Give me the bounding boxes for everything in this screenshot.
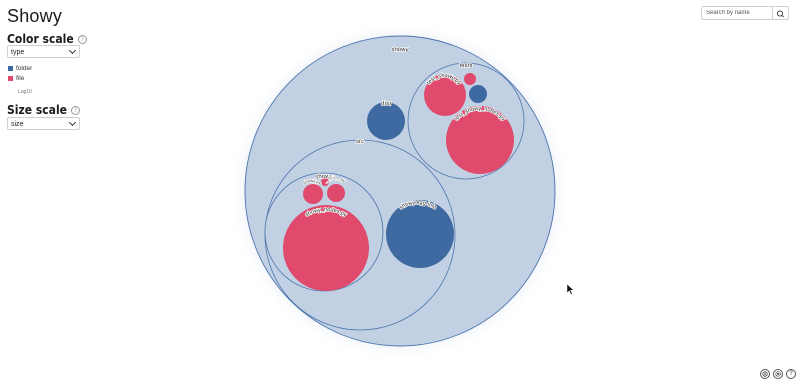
circle-file[interactable] — [303, 184, 323, 204]
circle-egg-info-folder[interactable] — [386, 200, 454, 268]
circle-folder[interactable] — [469, 85, 487, 103]
circle-file[interactable] — [464, 73, 476, 85]
label-dist: dist — [381, 101, 392, 108]
circle-dist-folder[interactable] — [367, 102, 405, 140]
label-src: src — [356, 139, 364, 145]
circle-file[interactable] — [283, 205, 369, 291]
bottom-toolbar: ? — [760, 369, 796, 379]
target-icon[interactable] — [760, 369, 770, 379]
settings-icon[interactable] — [773, 369, 783, 379]
mouse-cursor-icon — [566, 283, 575, 295]
label-root: showy — [391, 47, 408, 53]
help-icon[interactable]: ? — [786, 369, 796, 379]
circle-file[interactable] — [327, 184, 345, 202]
circle-pack-chart: showy tests dist src showy showy.egg-inf… — [228, 19, 575, 363]
